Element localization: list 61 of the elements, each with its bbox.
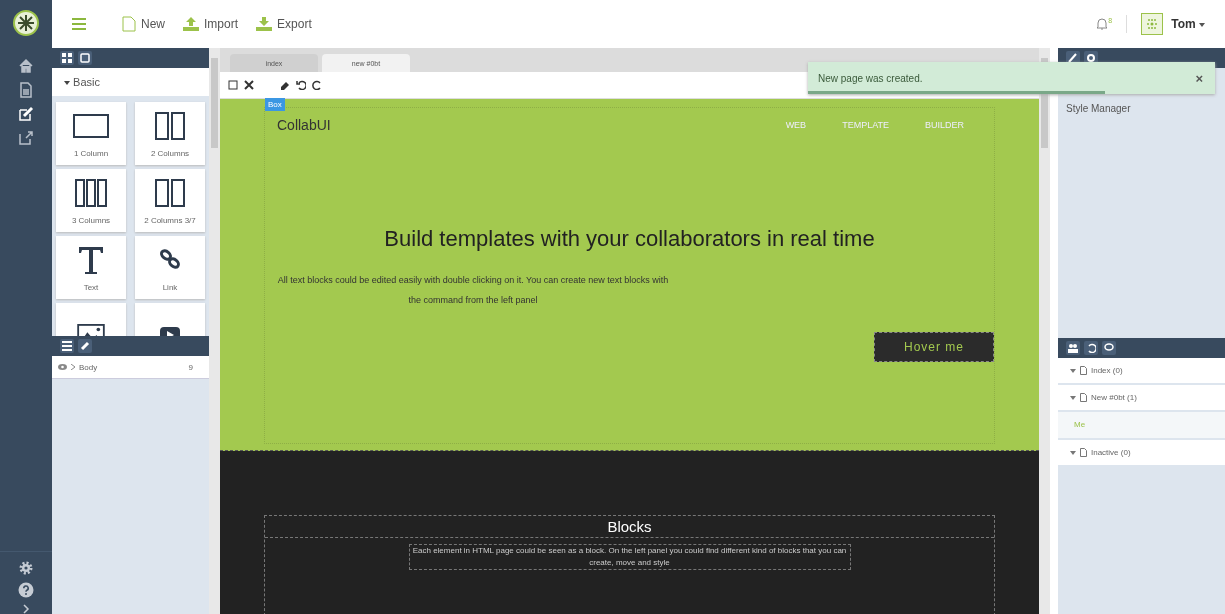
close-button[interactable]: × bbox=[1195, 70, 1203, 86]
new-button[interactable]: New bbox=[122, 16, 165, 32]
brand-text: CollabUI bbox=[277, 117, 331, 133]
help-icon[interactable] bbox=[18, 582, 34, 598]
caret-icon bbox=[1199, 22, 1205, 27]
block-tile[interactable]: Text bbox=[56, 236, 126, 299]
export-button[interactable]: Export bbox=[256, 17, 312, 31]
section-title: Blocks bbox=[265, 516, 994, 538]
redo-icon[interactable] bbox=[312, 80, 322, 90]
selection-badge: Box bbox=[265, 98, 285, 111]
import-button[interactable]: Import bbox=[183, 17, 239, 31]
undo-icon[interactable] bbox=[296, 80, 306, 90]
chevron-icon[interactable] bbox=[71, 364, 75, 370]
block-label: 3 Columns bbox=[71, 216, 111, 225]
page-group[interactable]: Index (0) bbox=[1058, 358, 1225, 385]
layers-icon[interactable] bbox=[60, 339, 74, 353]
document-icon bbox=[1080, 393, 1087, 402]
document-icon bbox=[1080, 448, 1087, 457]
users-icon[interactable] bbox=[1066, 341, 1080, 355]
blocks-icon[interactable] bbox=[60, 51, 74, 65]
expand-icon[interactable] bbox=[21, 604, 31, 614]
panel-title: Style Manager bbox=[1066, 103, 1131, 114]
document-icon[interactable] bbox=[18, 82, 34, 98]
fullscreen-icon[interactable] bbox=[244, 80, 254, 90]
block-label: 2 Columns bbox=[150, 149, 190, 158]
block-label: Link bbox=[162, 283, 178, 292]
toast-message: New page was created. bbox=[818, 72, 924, 84]
block-tile[interactable]: Link bbox=[135, 236, 205, 299]
category-header[interactable]: Basic bbox=[52, 68, 209, 96]
download-icon bbox=[256, 17, 273, 31]
user-entry: Me bbox=[1058, 412, 1225, 440]
hero-heading: Build templates with your collaborators in real time bbox=[383, 226, 876, 252]
page-icon[interactable] bbox=[78, 51, 92, 65]
block-label: 2 Columns 3/7 bbox=[144, 216, 196, 225]
block-label: Text bbox=[83, 283, 99, 292]
hover-button[interactable]: Hover me bbox=[874, 332, 994, 362]
outline-icon[interactable] bbox=[228, 80, 238, 90]
upload-icon bbox=[183, 17, 199, 31]
page-group[interactable]: New #0bt (1) bbox=[1058, 385, 1225, 412]
layer-row[interactable]: Body 9 bbox=[52, 356, 209, 379]
user-menu[interactable]: Tom bbox=[1171, 17, 1205, 31]
scrollbar-thumb[interactable] bbox=[211, 58, 218, 148]
home-icon[interactable] bbox=[18, 58, 34, 74]
hero-text: All text blocks could be edited easily with double clicking on it. You can create new text blocks with the command from the left panel bbox=[276, 274, 670, 307]
block-tile[interactable]: 1 Column bbox=[56, 102, 126, 165]
section-text: Each element in HTML page could be seen as a block. On the left panel you could find different kind of blocks that you can create, move and style bbox=[408, 544, 851, 570]
block-tile[interactable]: 2 Columns bbox=[135, 102, 205, 165]
block-label: 1 Column bbox=[73, 149, 109, 158]
layer-name: Body bbox=[79, 362, 99, 372]
eraser-icon[interactable] bbox=[280, 80, 290, 90]
page-group[interactable]: Inactive (0) bbox=[1058, 440, 1225, 467]
logo-icon bbox=[13, 10, 39, 36]
edit-icon[interactable] bbox=[18, 106, 34, 122]
document-icon bbox=[122, 16, 136, 32]
layer-count: 9 bbox=[188, 362, 193, 372]
external-link-icon[interactable] bbox=[18, 130, 34, 146]
block-tile[interactable]: 3 Columns bbox=[56, 169, 126, 232]
eye-icon[interactable] bbox=[58, 364, 67, 370]
block-tile[interactable]: 2 Columns 3/7 bbox=[135, 169, 205, 232]
document-icon bbox=[1080, 366, 1087, 375]
avatar-icon bbox=[1141, 13, 1164, 35]
